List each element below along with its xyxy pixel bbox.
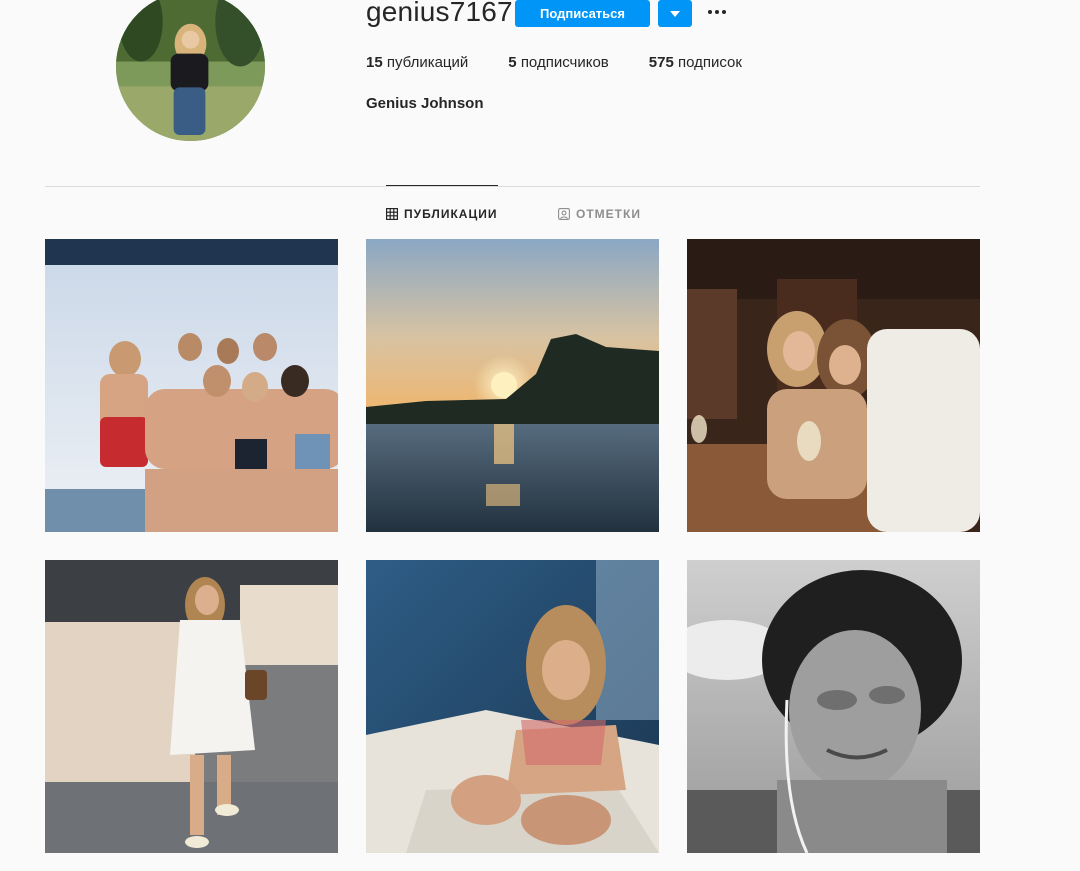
followers-label: подписчиков xyxy=(520,54,609,71)
post-thumbnail[interactable] xyxy=(687,560,980,853)
following-count: 575 xyxy=(648,54,674,71)
tab-posts-label: ПУБЛИКАЦИИ xyxy=(404,207,498,221)
avatar-photo xyxy=(116,0,265,141)
post-thumbnail[interactable] xyxy=(366,239,659,532)
follow-button[interactable]: Подписаться xyxy=(515,0,650,27)
tagged-person-icon xyxy=(558,208,570,220)
profile-full-name: Genius Johnson xyxy=(366,95,484,112)
tab-posts[interactable]: ПУБЛИКАЦИИ xyxy=(386,206,497,222)
post-thumbnail[interactable] xyxy=(45,560,338,853)
tabs-divider xyxy=(45,186,980,187)
posts-label: публикаций xyxy=(386,54,469,71)
post-image xyxy=(687,239,980,532)
tab-tagged[interactable]: ОТМЕТКИ xyxy=(558,206,641,222)
post-thumbnail[interactable] xyxy=(687,239,980,532)
posts-count: 15 xyxy=(366,54,383,71)
post-image xyxy=(366,560,659,853)
more-options-button[interactable] xyxy=(700,0,734,24)
post-thumbnail[interactable] xyxy=(45,239,338,532)
post-thumbnail[interactable] xyxy=(366,560,659,853)
profile-stats: 15 публикаций 5 подписчиков 575 подписок xyxy=(366,54,782,71)
more-dots-icon xyxy=(708,10,712,14)
active-tab-indicator xyxy=(386,185,498,186)
post-image xyxy=(687,560,980,853)
profile-username: genius7167 xyxy=(366,0,513,27)
stat-posts: 15 публикаций xyxy=(366,54,468,71)
grid-icon xyxy=(386,208,398,220)
post-image xyxy=(366,239,659,532)
tab-tagged-label: ОТМЕТКИ xyxy=(576,207,641,221)
followers-count: 5 xyxy=(508,54,517,71)
stat-followers[interactable]: 5 подписчиков xyxy=(508,54,608,71)
triangle-down-icon xyxy=(670,10,680,17)
post-image xyxy=(45,560,338,853)
profile-page: genius7167 Подписаться 15 публикаций 5 п… xyxy=(0,0,1080,871)
suggested-dropdown-button[interactable] xyxy=(658,0,692,27)
stat-following[interactable]: 575 подписок xyxy=(649,54,742,71)
post-image xyxy=(45,239,338,532)
profile-avatar[interactable] xyxy=(116,0,265,141)
following-label: подписок xyxy=(677,54,742,71)
posts-grid xyxy=(45,239,980,853)
